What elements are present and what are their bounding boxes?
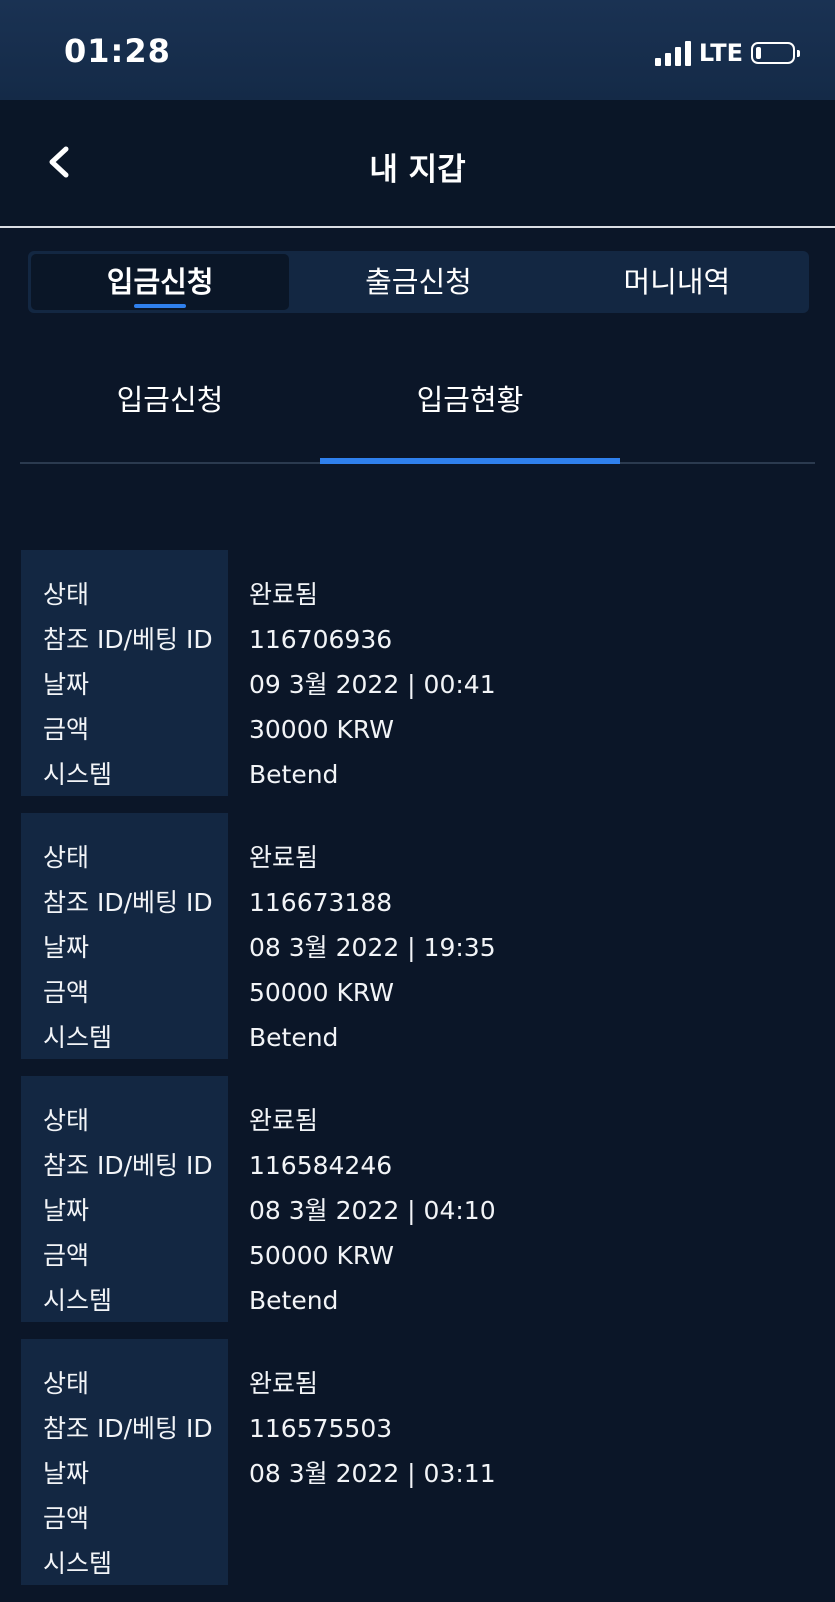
date-label: 날짜 bbox=[43, 1459, 90, 1488]
ref-id-label: 참조 ID/베팅 ID bbox=[43, 1414, 213, 1443]
amount-value: 50000 KRW bbox=[249, 978, 394, 1007]
tab-deposit-request[interactable]: 입금신청 bbox=[31, 254, 290, 310]
main-tab-bar: 입금신청 출금신청 머니내역 bbox=[28, 251, 809, 313]
status-label: 상태 bbox=[43, 1106, 90, 1135]
subtab-deposit-request[interactable]: 입금신청 bbox=[20, 360, 320, 462]
ref-id-value: 116584246 bbox=[249, 1151, 393, 1180]
status-value: 완료됨 bbox=[249, 1369, 319, 1398]
date-value: 08 3월 2022 | 04:10 bbox=[249, 1196, 496, 1225]
status-label: 상태 bbox=[43, 580, 90, 609]
status-value: 완료됨 bbox=[249, 580, 319, 609]
amount-label: 금액 bbox=[43, 1241, 90, 1270]
system-label: 시스템 bbox=[43, 1286, 113, 1315]
ref-id-value: 116706936 bbox=[249, 625, 393, 654]
status-value: 완료됨 bbox=[249, 843, 319, 872]
amount-value: 50000 KRW bbox=[249, 1241, 394, 1270]
amount-label: 금액 bbox=[43, 978, 90, 1007]
amount-value: 30000 KRW bbox=[249, 715, 394, 744]
status-bar: 01:28 LTE bbox=[0, 0, 835, 100]
date-label: 날짜 bbox=[43, 670, 90, 699]
amount-label: 금액 bbox=[43, 1504, 90, 1533]
sub-tab-bar: 입금신청 입금현황 bbox=[20, 360, 815, 464]
status-label: 상태 bbox=[43, 1369, 90, 1398]
ref-id-value: 116575503 bbox=[249, 1414, 393, 1443]
amount-label: 금액 bbox=[43, 715, 90, 744]
record-label-column: 상태 참조 ID/베팅 ID 날짜 금액 시스템 bbox=[21, 550, 228, 796]
ref-id-value: 116673188 bbox=[249, 888, 393, 917]
status-label: 상태 bbox=[43, 843, 90, 872]
deposit-record: 상태 참조 ID/베팅 ID 날짜 금액 시스템 완료됨 116673188 0… bbox=[21, 813, 815, 1059]
signal-icon bbox=[654, 40, 691, 66]
system-value: Betend bbox=[249, 1023, 339, 1052]
record-value-column: 완료됨 116706936 09 3월 2022 | 00:41 30000 K… bbox=[228, 550, 815, 796]
deposit-record-list: 상태 참조 ID/베팅 ID 날짜 금액 시스템 완료됨 116706936 0… bbox=[21, 550, 815, 1602]
system-label: 시스템 bbox=[43, 1023, 113, 1052]
deposit-record: 상태 참조 ID/베팅 ID 날짜 금액 시스템 완료됨 116706936 0… bbox=[21, 550, 815, 796]
system-value: Betend bbox=[249, 760, 339, 789]
record-label-column: 상태 참조 ID/베팅 ID 날짜 금액 시스템 bbox=[21, 1076, 228, 1322]
status-value: 완료됨 bbox=[249, 1106, 319, 1135]
battery-icon bbox=[751, 42, 800, 64]
record-label-column: 상태 참조 ID/베팅 ID 날짜 금액 시스템 bbox=[21, 1339, 228, 1585]
network-type: LTE bbox=[698, 39, 743, 67]
date-label: 날짜 bbox=[43, 933, 90, 962]
record-label-column: 상태 참조 ID/베팅 ID 날짜 금액 시스템 bbox=[21, 813, 228, 1059]
date-label: 날짜 bbox=[43, 1196, 90, 1225]
system-label: 시스템 bbox=[43, 760, 113, 789]
date-value: 09 3월 2022 | 00:41 bbox=[249, 670, 496, 699]
status-indicators: LTE bbox=[654, 38, 800, 68]
record-value-column: 완료됨 116673188 08 3월 2022 | 19:35 50000 K… bbox=[228, 813, 815, 1059]
deposit-record: 상태 참조 ID/베팅 ID 날짜 금액 시스템 완료됨 116575503 0… bbox=[21, 1339, 815, 1585]
tab-money-history[interactable]: 머니내역 bbox=[548, 254, 806, 310]
tab-withdrawal-request[interactable]: 출금신청 bbox=[289, 254, 547, 310]
system-value: Betend bbox=[249, 1286, 339, 1315]
subtab-deposit-status[interactable]: 입금현황 bbox=[320, 360, 620, 464]
record-value-column: 완료됨 116575503 08 3월 2022 | 03:11 bbox=[228, 1339, 815, 1585]
ref-id-label: 참조 ID/베팅 ID bbox=[43, 888, 213, 917]
status-time: 01:28 bbox=[64, 32, 171, 70]
record-value-column: 완료됨 116584246 08 3월 2022 | 04:10 50000 K… bbox=[228, 1076, 815, 1322]
date-value: 08 3월 2022 | 03:11 bbox=[249, 1459, 496, 1488]
system-label: 시스템 bbox=[43, 1549, 113, 1578]
date-value: 08 3월 2022 | 19:35 bbox=[249, 933, 496, 962]
ref-id-label: 참조 ID/베팅 ID bbox=[43, 1151, 213, 1180]
page-title: 내 지갑 bbox=[369, 152, 466, 188]
ref-id-label: 참조 ID/베팅 ID bbox=[43, 625, 213, 654]
app-header: 내 지갑 bbox=[0, 100, 835, 228]
deposit-record: 상태 참조 ID/베팅 ID 날짜 금액 시스템 완료됨 116584246 0… bbox=[21, 1076, 815, 1322]
